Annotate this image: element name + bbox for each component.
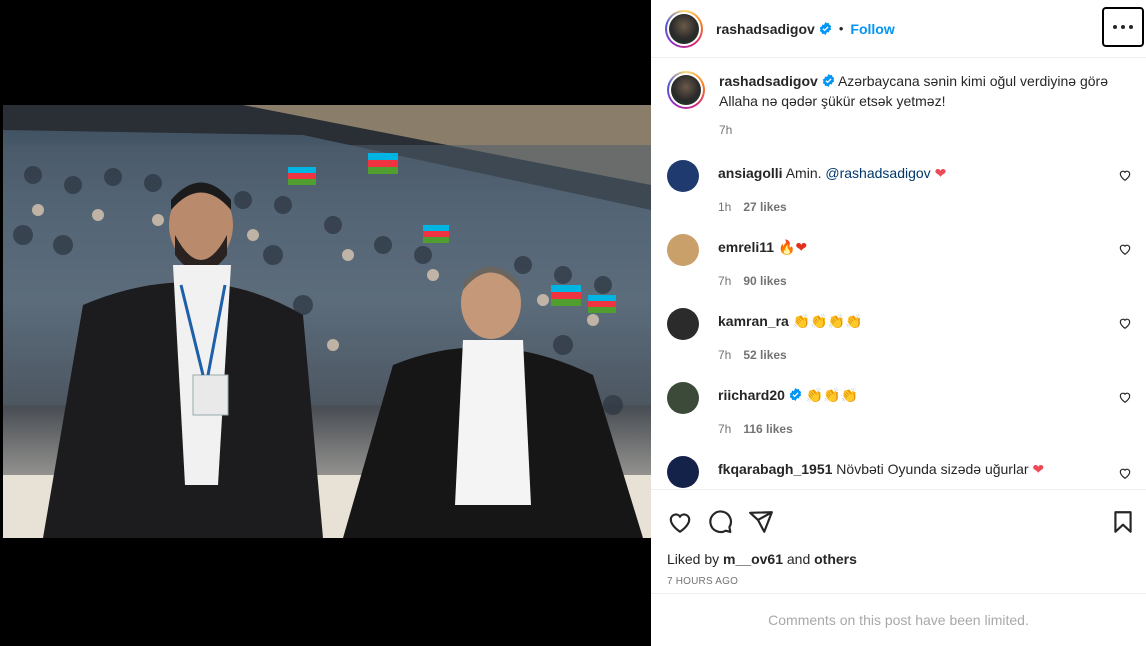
more-options-button[interactable] bbox=[1102, 7, 1144, 47]
comment-text: Amin. bbox=[785, 165, 822, 181]
comment-item: ansiagolli Amin. @rashadsadigov ❤ 1h 27 l… bbox=[667, 160, 1136, 216]
comment-emoji: ❤ bbox=[1032, 461, 1045, 477]
more-dot-icon bbox=[1113, 25, 1117, 29]
comment-item: emreli11 🔥❤ 7h 90 likes bbox=[667, 234, 1136, 290]
more-dot-icon bbox=[1121, 25, 1125, 29]
comment-like-heart-icon[interactable] bbox=[1118, 466, 1132, 480]
liked-by-text: Liked by m__ov61 and others bbox=[667, 551, 857, 567]
save-bookmark-icon[interactable] bbox=[1110, 509, 1136, 535]
post-timestamp: 7 HOURS AGO bbox=[667, 576, 739, 587]
comment-item: kamran_ra 👏👏👏👏 7h 52 likes bbox=[667, 308, 1136, 364]
comment-emoji: ❤ bbox=[934, 165, 947, 181]
more-dot-icon bbox=[1129, 25, 1133, 29]
comment-time: 7h bbox=[718, 274, 732, 288]
commenter-avatar[interactable] bbox=[667, 456, 699, 488]
caption-time: 7h bbox=[719, 123, 733, 137]
comment-time: 7h bbox=[718, 348, 732, 362]
post-actions: Liked by m__ov61 and others 7 HOURS AGO bbox=[651, 489, 1146, 593]
comment-item: fkqarabagh_1951 Növbəti Oyunda sizədə uğ… bbox=[667, 456, 1136, 488]
liked-by-others[interactable]: others bbox=[814, 551, 857, 567]
comments-limited-notice: Comments on this post have been limited. bbox=[651, 593, 1146, 646]
comment-time: 7h bbox=[718, 422, 732, 436]
comment-like-heart-icon[interactable] bbox=[1118, 168, 1132, 182]
commenter-avatar[interactable] bbox=[667, 160, 699, 192]
comment-emoji: 👏👏👏👏 bbox=[792, 313, 863, 329]
like-heart-icon[interactable] bbox=[667, 509, 693, 535]
follow-button[interactable]: Follow bbox=[850, 21, 894, 37]
caption-avatar[interactable] bbox=[667, 71, 705, 109]
commenter-avatar[interactable] bbox=[667, 234, 699, 266]
comments-list[interactable]: rashadsadigov Azərbaycana sənin kimi oğu… bbox=[651, 59, 1146, 489]
liked-by-user[interactable]: m__ov61 bbox=[723, 551, 783, 567]
commenter-username[interactable]: riichard20 bbox=[718, 387, 785, 403]
liked-by-and: and bbox=[782, 551, 815, 567]
comment-bubble-icon[interactable] bbox=[707, 509, 733, 535]
post-panel: rashadsadigov • Follow rashadsadigov Azə… bbox=[651, 0, 1146, 646]
commenter-username[interactable]: ansiagolli bbox=[718, 165, 783, 181]
commenter-username[interactable]: emreli11 bbox=[718, 239, 774, 255]
post-media bbox=[0, 0, 651, 646]
comment-mention[interactable]: @rashadsadigov bbox=[825, 165, 930, 181]
author-username[interactable]: rashadsadigov bbox=[716, 21, 815, 37]
comment-likes[interactable]: 52 likes bbox=[743, 348, 786, 362]
comment-like-heart-icon[interactable] bbox=[1118, 316, 1132, 330]
comment-emoji: 🔥❤ bbox=[777, 239, 808, 255]
comment-likes[interactable]: 90 likes bbox=[743, 274, 786, 288]
share-send-icon[interactable] bbox=[748, 509, 774, 535]
comment-emoji: 👏👏👏 bbox=[805, 387, 859, 403]
liked-by-prefix: Liked by bbox=[667, 551, 724, 567]
commenter-username[interactable]: kamran_ra bbox=[718, 313, 789, 329]
comment-like-heart-icon[interactable] bbox=[1118, 242, 1132, 256]
verified-badge-icon bbox=[822, 74, 835, 87]
comment-time: 1h bbox=[718, 200, 732, 214]
caption-username[interactable]: rashadsadigov bbox=[719, 73, 818, 89]
comment-text: Növbəti Oyunda sizədə uğurlar bbox=[836, 461, 1029, 477]
commenter-avatar[interactable] bbox=[667, 308, 699, 340]
commenter-avatar[interactable] bbox=[667, 382, 699, 414]
comment-item: riichard20 👏👏👏 7h 116 likes bbox=[667, 382, 1136, 438]
commenter-username[interactable]: fkqarabagh_1951 bbox=[718, 461, 832, 477]
comment-likes[interactable]: 116 likes bbox=[743, 422, 792, 436]
verified-badge-icon bbox=[819, 22, 832, 35]
post-caption: rashadsadigov Azərbaycana sənin kimi oğu… bbox=[651, 59, 1146, 137]
author-avatar[interactable] bbox=[665, 9, 703, 48]
comment-like-heart-icon[interactable] bbox=[1118, 390, 1132, 404]
post-header: rashadsadigov • Follow bbox=[651, 0, 1146, 58]
comment-likes[interactable]: 27 likes bbox=[743, 200, 786, 214]
verified-badge-icon bbox=[789, 388, 802, 401]
post-photo[interactable] bbox=[3, 105, 651, 538]
separator-dot: • bbox=[838, 21, 844, 36]
